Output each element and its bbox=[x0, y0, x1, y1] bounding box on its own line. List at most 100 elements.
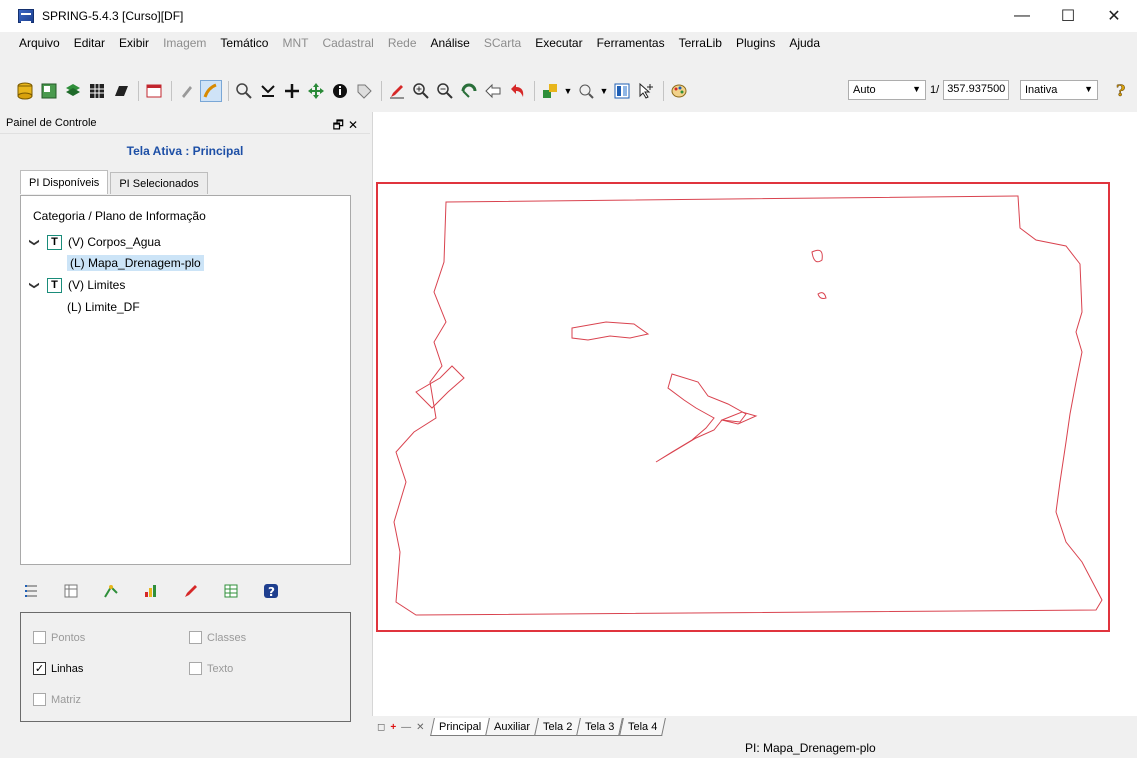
maximize-button[interactable]: ☐ bbox=[1045, 0, 1091, 32]
zoom-area-icon[interactable] bbox=[458, 80, 480, 102]
checkbox-texto[interactable]: Texto bbox=[189, 662, 233, 675]
checkbox-classes[interactable]: Classes bbox=[189, 631, 246, 644]
pan-icon[interactable] bbox=[305, 80, 327, 102]
list-icon[interactable] bbox=[20, 580, 42, 602]
download-icon[interactable] bbox=[257, 80, 279, 102]
chevron-down-icon[interactable]: ❯ bbox=[29, 235, 40, 249]
chevron-down-icon[interactable]: ❯ bbox=[29, 278, 40, 292]
remove-screen-icon[interactable]: — bbox=[401, 722, 411, 733]
table-icon[interactable] bbox=[60, 580, 82, 602]
add-screen-icon[interactable]: + bbox=[390, 722, 396, 733]
checkbox-pontos[interactable]: Pontos bbox=[33, 631, 85, 644]
checkbox-square bbox=[189, 631, 202, 644]
menu-cadastral[interactable]: Cadastral bbox=[315, 36, 380, 50]
checkbox-label: Classes bbox=[207, 631, 247, 644]
plan-tree: Categoria / Plano de Informação ❯ T (V) … bbox=[20, 195, 351, 565]
status-text: PI: Mapa_Drenagem-plo bbox=[745, 741, 876, 755]
menu-rede[interactable]: Rede bbox=[381, 36, 424, 50]
scale-input[interactable]: 357.937500 bbox=[943, 80, 1010, 100]
panel-header: Painel de Controle 🗗✕ bbox=[0, 112, 370, 134]
project-icon[interactable] bbox=[38, 80, 60, 102]
polygon-icon[interactable] bbox=[110, 80, 132, 102]
tree-header-label: Categoria / Plano de Informação bbox=[33, 209, 206, 223]
tree-item-limite-df[interactable]: (L) Limite_DF bbox=[67, 297, 140, 317]
menu-arquivo[interactable]: Arquivo bbox=[12, 36, 67, 50]
drainage-pond bbox=[817, 292, 827, 299]
checkbox-linhas[interactable]: ✓ Linhas bbox=[33, 662, 83, 675]
menu-plugins[interactable]: Plugins bbox=[729, 36, 782, 50]
zoom-mode-value: Auto bbox=[853, 84, 876, 96]
panel-title: Painel de Controle bbox=[6, 116, 97, 129]
tree-category-corpos-agua[interactable]: ❯ T (V) Corpos_Agua bbox=[27, 232, 161, 252]
undo-icon[interactable] bbox=[506, 80, 528, 102]
tree-item-mapa-drenagem[interactable]: (L) Mapa_Drenagem-plo bbox=[67, 253, 204, 273]
grid-icon[interactable] bbox=[86, 80, 108, 102]
checkbox-label: Pontos bbox=[51, 631, 86, 644]
tab-tela-2[interactable]: Tela 2 bbox=[533, 718, 582, 736]
checkbox-square bbox=[33, 631, 46, 644]
window-icon[interactable] bbox=[143, 80, 165, 102]
panel-float-close-icons[interactable]: 🗗✕ bbox=[333, 116, 362, 137]
menu-ferramentas[interactable]: Ferramentas bbox=[590, 36, 672, 50]
info-icon[interactable] bbox=[329, 80, 351, 102]
checkbox-matriz[interactable]: Matriz bbox=[33, 693, 81, 706]
dropdown-arrow-icon[interactable]: ▼ bbox=[563, 80, 573, 102]
attributes-icon[interactable] bbox=[220, 580, 242, 602]
tool-icon[interactable] bbox=[176, 80, 198, 102]
close-screen-icon[interactable]: ✕ bbox=[416, 722, 424, 733]
tab-auxiliar[interactable]: Auxiliar bbox=[484, 718, 539, 736]
tab-label: Tela 3 bbox=[585, 720, 615, 733]
draw-active-icon[interactable] bbox=[200, 80, 222, 102]
tag-icon[interactable] bbox=[353, 80, 375, 102]
menu-terralib[interactable]: TerraLib bbox=[672, 36, 729, 50]
back-icon[interactable] bbox=[482, 80, 504, 102]
palette-icon[interactable] bbox=[668, 80, 690, 102]
menu-ajuda[interactable]: Ajuda bbox=[782, 36, 827, 50]
plus-icon[interactable] bbox=[281, 80, 303, 102]
zoom-in-icon[interactable] bbox=[410, 80, 432, 102]
pencil-icon[interactable] bbox=[386, 80, 408, 102]
tab-principal[interactable]: Principal bbox=[429, 718, 490, 736]
zoom-out-icon[interactable] bbox=[434, 80, 456, 102]
layer-select-icon[interactable] bbox=[539, 80, 561, 102]
checkbox-label: Matriz bbox=[51, 693, 81, 706]
drainage-lake bbox=[811, 249, 823, 263]
tree-category-limites[interactable]: ❯ T (V) Limites bbox=[27, 275, 125, 295]
tab-pi-selecionados[interactable]: PI Selecionados bbox=[110, 172, 208, 194]
menu-scarta[interactable]: SCarta bbox=[477, 36, 528, 50]
edit-vector-icon[interactable] bbox=[100, 580, 122, 602]
panel-tabs: PI Disponíveis PI Selecionados bbox=[20, 170, 210, 194]
menu-executar[interactable]: Executar bbox=[528, 36, 589, 50]
state-select[interactable]: Inativa ▼ bbox=[1020, 80, 1098, 100]
layers-icon[interactable] bbox=[62, 80, 84, 102]
database-icon[interactable] bbox=[14, 80, 36, 102]
menu-editar[interactable]: Editar bbox=[67, 36, 112, 50]
cursor-plus-icon[interactable] bbox=[635, 80, 657, 102]
menu-bar: Arquivo Editar Exibir Imagem Temático MN… bbox=[0, 32, 1137, 54]
zoom-scale-icon[interactable] bbox=[575, 80, 597, 102]
tab-tela-3[interactable]: Tela 3 bbox=[576, 718, 624, 736]
menu-exibir[interactable]: Exibir bbox=[112, 36, 156, 50]
close-button[interactable]: ✕ bbox=[1091, 0, 1137, 32]
tab-tela-4[interactable]: Tela 4 bbox=[618, 718, 666, 736]
legend-icon[interactable] bbox=[611, 80, 633, 102]
svg-text:?: ? bbox=[1116, 81, 1125, 99]
menu-tematico[interactable]: Temático bbox=[213, 36, 275, 50]
tab-label: Tela 4 bbox=[627, 720, 657, 733]
drainage-map-lines[interactable] bbox=[376, 182, 1110, 632]
drainage-branch-2 bbox=[415, 365, 465, 409]
menu-imagem[interactable]: Imagem bbox=[156, 36, 213, 50]
new-screen-icon[interactable]: ◻ bbox=[377, 722, 385, 733]
menu-analise[interactable]: Análise bbox=[424, 36, 477, 50]
pencil-icon[interactable] bbox=[180, 580, 202, 602]
help-icon[interactable]: ? bbox=[1110, 79, 1132, 101]
dropdown-arrow-icon-2[interactable]: ▼ bbox=[599, 80, 609, 102]
zoom-search-icon[interactable] bbox=[233, 80, 255, 102]
tab-pi-disponiveis[interactable]: PI Disponíveis bbox=[20, 170, 109, 194]
minimize-button[interactable]: — bbox=[999, 0, 1045, 32]
help-icon[interactable]: ? bbox=[260, 580, 282, 602]
menu-mnt[interactable]: MNT bbox=[275, 36, 315, 50]
chart-icon[interactable] bbox=[140, 580, 162, 602]
chevron-down-icon: ▼ bbox=[1084, 84, 1093, 94]
zoom-mode-select[interactable]: Auto ▼ bbox=[848, 80, 926, 100]
